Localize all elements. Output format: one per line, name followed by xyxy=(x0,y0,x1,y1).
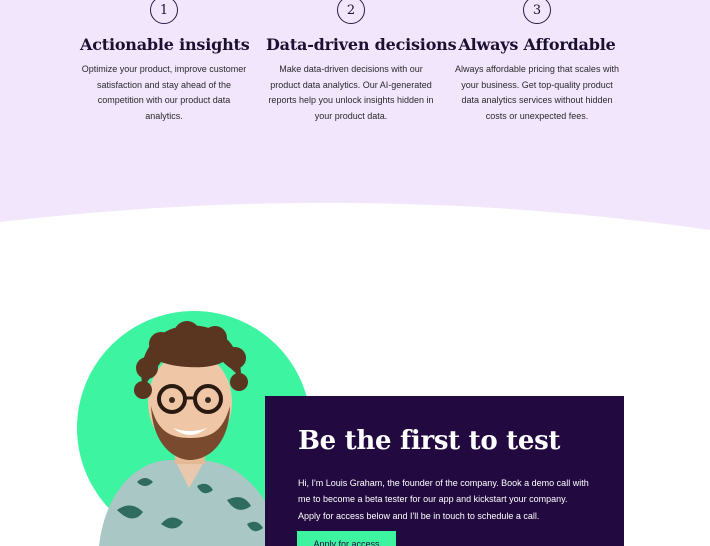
features-section: 1 Actionable insights Optimize your prod… xyxy=(0,0,710,130)
feature-description: Make data-driven decisions with our prod… xyxy=(268,64,434,121)
feature-description: Always affordable pricing that scales wi… xyxy=(455,64,619,121)
feature-title: Actionable insights xyxy=(80,35,250,54)
cta-description: Hi, I'm Louis Graham, the founder of the… xyxy=(298,478,589,521)
feature-title: Data-driven decisions xyxy=(266,35,457,54)
feature-number-badge: 1 xyxy=(150,0,178,24)
cta-heading: Be the first to test xyxy=(298,426,561,456)
beta-tester-card: Be the first to test Hi, I'm Louis Graha… xyxy=(265,396,624,546)
feature-description: Optimize your product, improve customer … xyxy=(81,64,247,121)
feature-number-badge: 3 xyxy=(523,0,551,24)
feature-title: Always Affordable xyxy=(458,35,616,54)
apply-for-access-button[interactable]: Apply for access xyxy=(297,531,396,546)
feature-number-badge: 2 xyxy=(337,0,365,24)
